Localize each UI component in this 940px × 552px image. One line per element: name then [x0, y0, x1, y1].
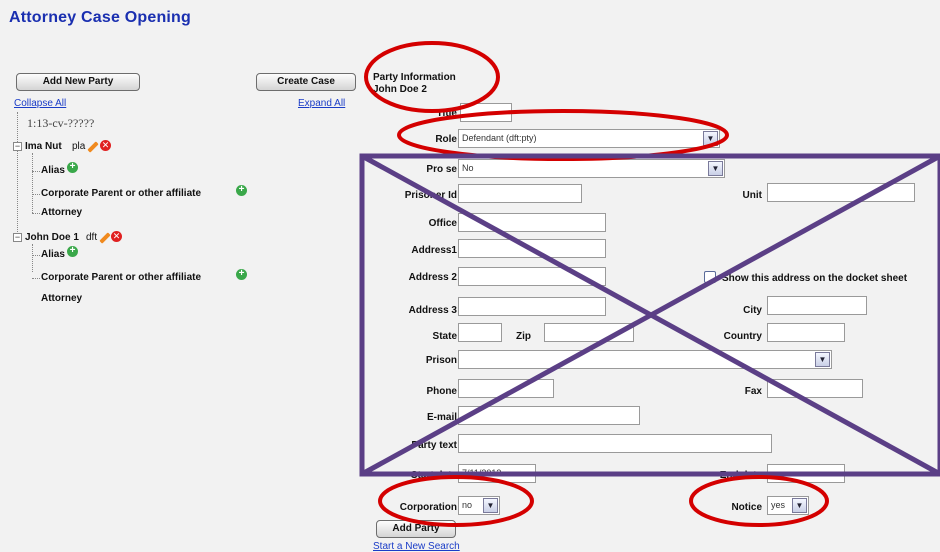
party-1-role: pla: [72, 141, 86, 152]
party-text-input[interactable]: [458, 434, 772, 453]
tree-connector: [32, 255, 40, 256]
unit-label: Unit: [742, 190, 762, 201]
address3-input[interactable]: [458, 297, 606, 316]
prisoner-id-label: Prisoner Id: [404, 190, 457, 201]
party-2-attorney[interactable]: Attorney: [41, 293, 82, 304]
show-address-label: Show this address on the docket sheet: [722, 273, 908, 284]
role-select-value: Defendant (dft:pty): [462, 133, 537, 143]
title-label: Title: [436, 108, 457, 119]
zip-label: Zip: [516, 331, 531, 342]
add-corporate-parent-party-2-icon[interactable]: +: [236, 269, 247, 280]
party-1-name[interactable]: Ima Nut: [25, 141, 62, 152]
corporation-select-value: no: [462, 500, 473, 510]
tree-connector: [32, 278, 40, 279]
party-2-alias[interactable]: Alias: [41, 249, 65, 260]
notice-select[interactable]: yes ▼: [767, 496, 809, 515]
delete-party-2-icon[interactable]: ✕: [111, 231, 122, 242]
chevron-down-icon[interactable]: ▼: [792, 498, 807, 513]
party-1-alias[interactable]: Alias: [41, 165, 65, 176]
show-address-checkbox[interactable]: [704, 271, 716, 283]
start-date-label: Start date: [410, 470, 457, 481]
office-input[interactable]: [458, 213, 606, 232]
zip-input[interactable]: [544, 323, 634, 342]
prose-select-value: No: [462, 163, 474, 173]
party-1-corporate-parent[interactable]: Corporate Parent or other affiliate: [41, 188, 201, 199]
start-new-search-link[interactable]: Start a New Search: [373, 541, 460, 552]
collapse-all-link[interactable]: Collapse All: [14, 98, 66, 109]
page-title: Attorney Case Opening: [9, 9, 192, 26]
fax-label: Fax: [744, 386, 762, 397]
tree-connector: [32, 244, 33, 272]
party-2-role: dft: [86, 232, 98, 243]
start-date-input[interactable]: 7/11/2013: [458, 464, 536, 483]
chevron-down-icon[interactable]: ▼: [703, 131, 718, 146]
office-label: Office: [428, 218, 457, 229]
chevron-down-icon[interactable]: ▼: [483, 498, 498, 513]
party-name: John Doe 2: [373, 84, 427, 95]
tree-connector: [32, 171, 40, 172]
address2-label: Address 2: [408, 272, 457, 283]
create-case-button[interactable]: Create Case: [256, 73, 356, 91]
tree-connector: [17, 112, 18, 238]
collapse-party-2-toggle[interactable]: −: [13, 233, 22, 242]
tree-connector: [32, 213, 40, 214]
corporation-label: Corporation: [399, 502, 457, 513]
tree-connector: [32, 153, 33, 213]
case-number: 1:13-cv-?????: [27, 116, 95, 130]
add-alias-party-1-icon[interactable]: +: [67, 162, 78, 173]
add-alias-party-2-icon[interactable]: +: [67, 246, 78, 257]
collapse-party-1-toggle[interactable]: −: [13, 142, 22, 151]
add-corporate-parent-party-1-icon[interactable]: +: [236, 185, 247, 196]
title-input[interactable]: [460, 103, 512, 122]
party-2-name[interactable]: John Doe 1: [25, 232, 79, 243]
prisoner-id-input[interactable]: [458, 184, 582, 203]
prison-label: Prison: [425, 355, 457, 366]
party-text-label: Party text: [411, 440, 457, 451]
address2-input[interactable]: [458, 267, 606, 286]
end-date-label: End date: [719, 470, 762, 481]
notice-select-value: yes: [771, 500, 786, 510]
add-new-party-button[interactable]: Add New Party: [16, 73, 140, 91]
city-input[interactable]: [767, 296, 867, 315]
phone-input[interactable]: [458, 379, 554, 398]
email-label: E-mail: [426, 412, 457, 423]
country-input[interactable]: [767, 323, 845, 342]
unit-input[interactable]: [767, 183, 915, 202]
state-label: State: [432, 331, 457, 342]
state-input[interactable]: [458, 323, 502, 342]
prison-select[interactable]: ▼: [458, 350, 832, 369]
email-input[interactable]: [458, 406, 640, 425]
prose-select[interactable]: No ▼: [458, 159, 725, 178]
country-label: Country: [723, 331, 762, 342]
form-heading: Party Information: [373, 72, 456, 83]
corporation-select[interactable]: no ▼: [458, 496, 500, 515]
address3-label: Address 3: [408, 305, 457, 316]
delete-party-1-icon[interactable]: ✕: [100, 140, 111, 151]
edit-party-2-icon[interactable]: [99, 232, 111, 244]
notice-label: Notice: [731, 502, 762, 513]
phone-label: Phone: [426, 386, 457, 397]
fax-input[interactable]: [767, 379, 863, 398]
address1-label: Address1: [411, 245, 457, 256]
annotation-ellipse-corporation: [378, 475, 534, 527]
tree-connector: [32, 194, 40, 195]
edit-party-1-icon[interactable]: [87, 141, 99, 153]
party-2-corporate-parent[interactable]: Corporate Parent or other affiliate: [41, 272, 201, 283]
role-select[interactable]: Defendant (dft:pty) ▼: [458, 129, 720, 148]
chevron-down-icon[interactable]: ▼: [815, 352, 830, 367]
end-date-input[interactable]: [767, 464, 845, 483]
city-label: City: [743, 305, 762, 316]
prose-label: Pro se: [426, 164, 457, 175]
expand-all-link[interactable]: Expand All: [298, 98, 345, 109]
chevron-down-icon[interactable]: ▼: [708, 161, 723, 176]
role-label: Role: [435, 134, 457, 145]
address1-input[interactable]: [458, 239, 606, 258]
party-1-attorney[interactable]: Attorney: [41, 207, 82, 218]
add-party-button[interactable]: Add Party: [376, 520, 456, 538]
